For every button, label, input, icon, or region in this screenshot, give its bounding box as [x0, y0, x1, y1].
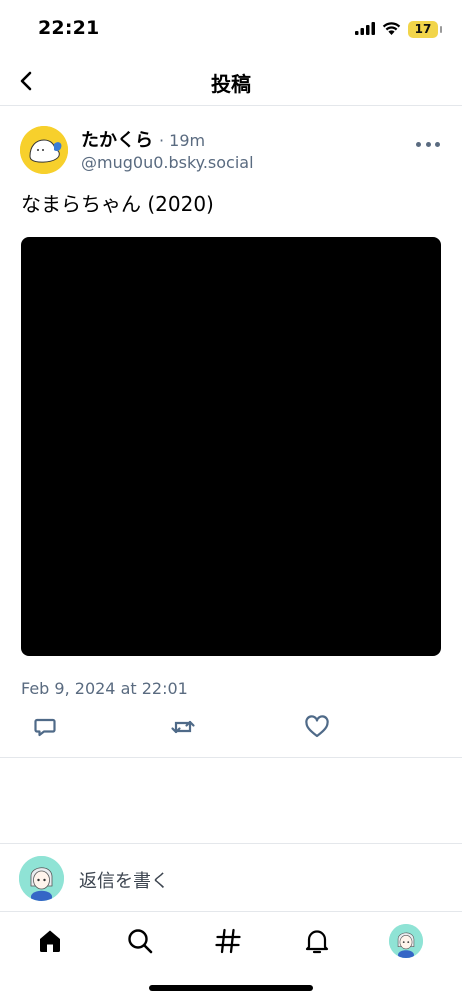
author-handle[interactable]: @mug0u0.bsky.social: [81, 153, 254, 172]
more-dot: [416, 141, 421, 147]
post-image[interactable]: [21, 237, 441, 656]
page-title: 投稿: [211, 72, 251, 96]
post-actions: [0, 709, 462, 745]
nav-home[interactable]: [33, 924, 67, 958]
more-dot: [425, 141, 431, 147]
author-line: たかくら · 19m: [81, 126, 205, 152]
header: 投稿: [0, 56, 462, 106]
more-dot: [435, 141, 440, 147]
divider: [0, 757, 462, 758]
feeds-hash-icon: [215, 928, 241, 954]
reply-placeholder: 返信を書く: [79, 871, 169, 892]
reply-button[interactable]: [30, 709, 60, 745]
post-text: なまらちゃん (2020): [21, 192, 214, 216]
signal-icon: [355, 20, 375, 39]
nav-notifications[interactable]: [300, 924, 334, 958]
nav-feeds[interactable]: [211, 924, 245, 958]
post-timestamp: Feb 9, 2024 at 22:01: [21, 679, 188, 698]
status-icons: 17: [355, 20, 442, 39]
reply-icon: [34, 718, 56, 737]
author-display-name[interactable]: たかくら: [81, 126, 153, 152]
author-avatar[interactable]: [20, 126, 68, 174]
wifi-icon: [382, 20, 401, 39]
status-time: 22:21: [38, 17, 100, 39]
notifications-bell-icon: [305, 930, 329, 954]
nav-profile[interactable]: [389, 924, 423, 958]
status-bar: 22:21 17: [0, 0, 462, 56]
battery-icon: 17: [408, 21, 442, 38]
more-options-button[interactable]: [416, 136, 440, 152]
profile-avatar: [389, 924, 423, 958]
like-icon: [305, 715, 329, 738]
reply-composer[interactable]: 返信を書く: [0, 843, 462, 912]
my-avatar: [19, 856, 64, 901]
like-button[interactable]: [302, 709, 332, 745]
search-icon: [128, 929, 153, 954]
nav-search[interactable]: [123, 924, 157, 958]
repost-button[interactable]: [168, 709, 198, 745]
home-indicator[interactable]: [149, 985, 313, 991]
home-icon: [40, 930, 60, 952]
repost-icon: [171, 720, 195, 734]
post-relative-time: · 19m: [159, 131, 206, 150]
bottom-nav: [0, 912, 462, 972]
